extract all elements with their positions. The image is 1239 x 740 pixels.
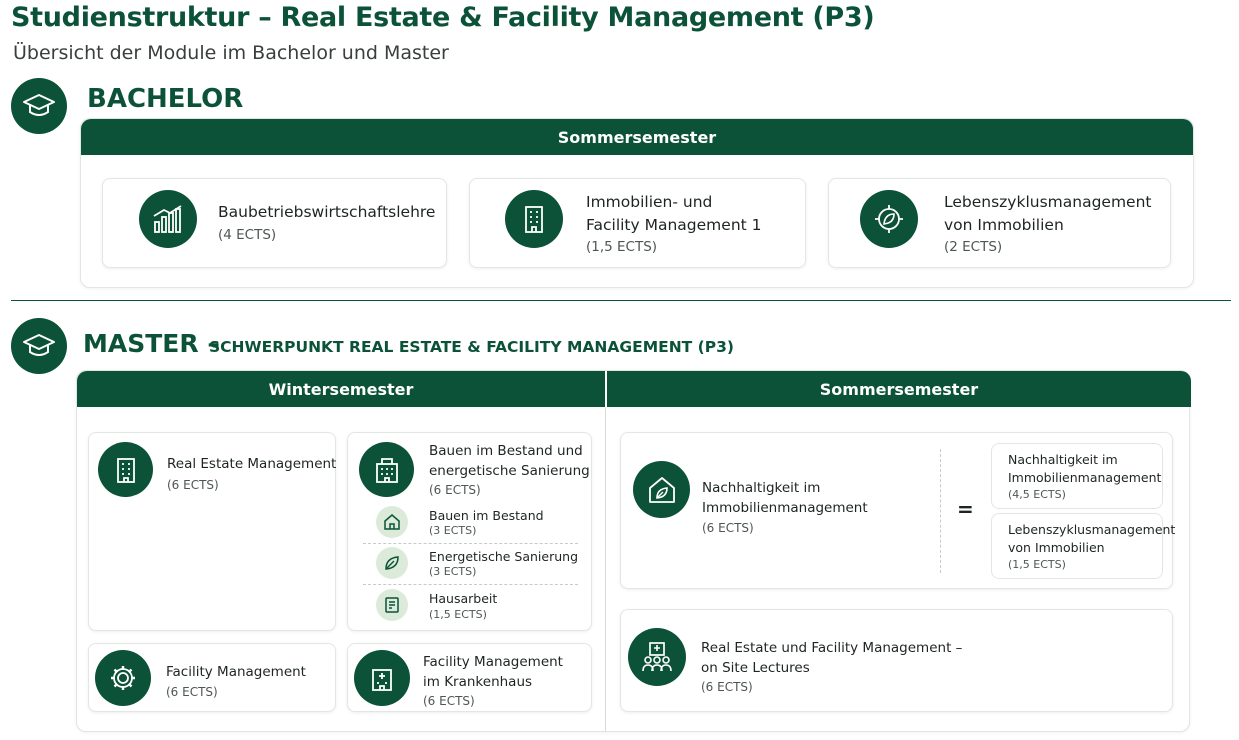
submodule-ects: (1,5 ECTS) [429, 608, 487, 621]
module-name: Facility Management [166, 664, 306, 680]
hospital-icon [354, 650, 410, 706]
module-card-fm-krankenhaus[interactable]: Facility Management im Krankenhaus (6 EC… [347, 643, 592, 712]
page-title: Studienstruktur – Real Estate & Facility… [11, 2, 875, 33]
module-ects: (6 ECTS) [429, 483, 481, 497]
page-subtitle: Übersicht der Module im Bachelor und Mas… [13, 42, 449, 64]
document-icon [376, 589, 408, 621]
module-card-on-site-lectures[interactable]: Real Estate und Facility Management – on… [620, 609, 1173, 712]
bachelor-heading: BACHELOR [87, 84, 244, 114]
module-ects: (6 ECTS) [702, 521, 754, 535]
part-name-line1: Nachhaltigkeit im [1008, 452, 1118, 467]
module-card-baubetriebswirtschaftslehre[interactable]: Baubetriebswirtschaftslehre (4 ECTS) [102, 178, 447, 268]
module-card-nachhaltigkeit[interactable]: Nachhaltigkeit im Immobilienmanagement (… [620, 432, 1175, 589]
module-name-line2: energetische Sanierung [429, 463, 590, 479]
people-building-icon [628, 628, 686, 686]
building-icon [505, 190, 563, 248]
module-name-line1: Lebenszyklusmanagement [944, 193, 1152, 211]
module-card-real-estate-management[interactable]: Real Estate Management (6 ECTS) [88, 432, 336, 631]
leaf-icon [376, 547, 408, 579]
cycle-icon [860, 190, 918, 248]
module-ects: (6 ECTS) [166, 685, 218, 699]
module-name-line1: Bauen im Bestand und [429, 443, 583, 459]
submodule-name: Bauen im Bestand [429, 508, 544, 523]
module-name-line2: von Immobilien [944, 216, 1064, 234]
module-name-line2: on Site Lectures [701, 660, 810, 676]
module-name: Real Estate Management [167, 456, 337, 472]
submodule-divider [363, 584, 578, 585]
submodule-ects: (3 ECTS) [429, 565, 477, 578]
part-ects: (4,5 ECTS) [1008, 488, 1066, 501]
building-icon [359, 442, 414, 497]
part-card-nachhaltigkeit[interactable]: Nachhaltigkeit im Immobilienmanagement (… [991, 443, 1163, 509]
module-name-line2: Facility Management 1 [586, 216, 762, 234]
part-ects: (1,5 ECTS) [1008, 558, 1066, 571]
module-ects: (6 ECTS) [423, 694, 475, 708]
part-name-line2: von Immobilien [1008, 540, 1105, 555]
module-card-lebenszyklus[interactable]: Lebenszyklusmanagement von Immobilien (2… [828, 178, 1171, 268]
module-card-bauen-im-bestand[interactable]: Bauen im Bestand und energetische Sanier… [347, 432, 592, 631]
part-name-line1: Lebenszyklusmanagement [1008, 522, 1176, 537]
equals-sign: = [957, 497, 974, 521]
bachelor-semester-header: Sommersemester [81, 119, 1193, 155]
submodule-ects: (3 ECTS) [429, 524, 477, 537]
part-card-lebenszyklus[interactable]: Lebenszyklusmanagement von Immobilien (1… [991, 513, 1175, 579]
bar-chart-icon [139, 190, 197, 248]
part-name-line2: Immobilienmanagement [1008, 470, 1162, 485]
winter-semester-header: Wintersemester [77, 371, 605, 407]
house-leaf-icon [633, 461, 690, 518]
module-card-facility-management[interactable]: Facility Management (6 ECTS) [88, 643, 336, 712]
module-card-immobilien-fm1[interactable]: Immobilien- und Facility Management 1 (1… [469, 178, 806, 268]
graduation-cap-icon [11, 78, 67, 134]
module-ects: (2 ECTS) [944, 239, 1003, 255]
module-ects: (6 ECTS) [701, 680, 753, 694]
module-name-line1: Real Estate und Facility Management – [701, 640, 963, 656]
module-ects: (4 ECTS) [218, 227, 277, 243]
module-ects: (1,5 ECTS) [586, 239, 658, 255]
submodule-name: Energetische Sanierung [429, 549, 578, 564]
module-name-line1: Facility Management [423, 654, 563, 670]
graduation-cap-icon [11, 318, 67, 374]
section-divider [11, 300, 1231, 301]
module-name-line1: Immobilien- und [586, 193, 713, 211]
master-heading: MASTER – [83, 329, 220, 358]
column-separator [605, 407, 606, 732]
gear-icon [95, 650, 151, 706]
building-icon [98, 442, 153, 497]
module-ects: (6 ECTS) [167, 478, 219, 492]
submodule-divider [363, 543, 578, 544]
module-name-line2: im Krankenhaus [423, 674, 533, 690]
module-name-line1: Nachhaltigkeit im [702, 480, 821, 496]
submodule-name: Hausarbeit [429, 591, 498, 606]
house-icon [376, 506, 408, 538]
master-subheading: SCHWERPUNKT REAL ESTATE & FACILITY MANAG… [209, 338, 734, 356]
module-name-line2: Immobilienmanagement [702, 500, 868, 516]
module-name: Baubetriebswirtschaftslehre [218, 203, 436, 221]
dashed-separator [940, 449, 941, 573]
summer-semester-header: Sommersemester [607, 371, 1191, 407]
